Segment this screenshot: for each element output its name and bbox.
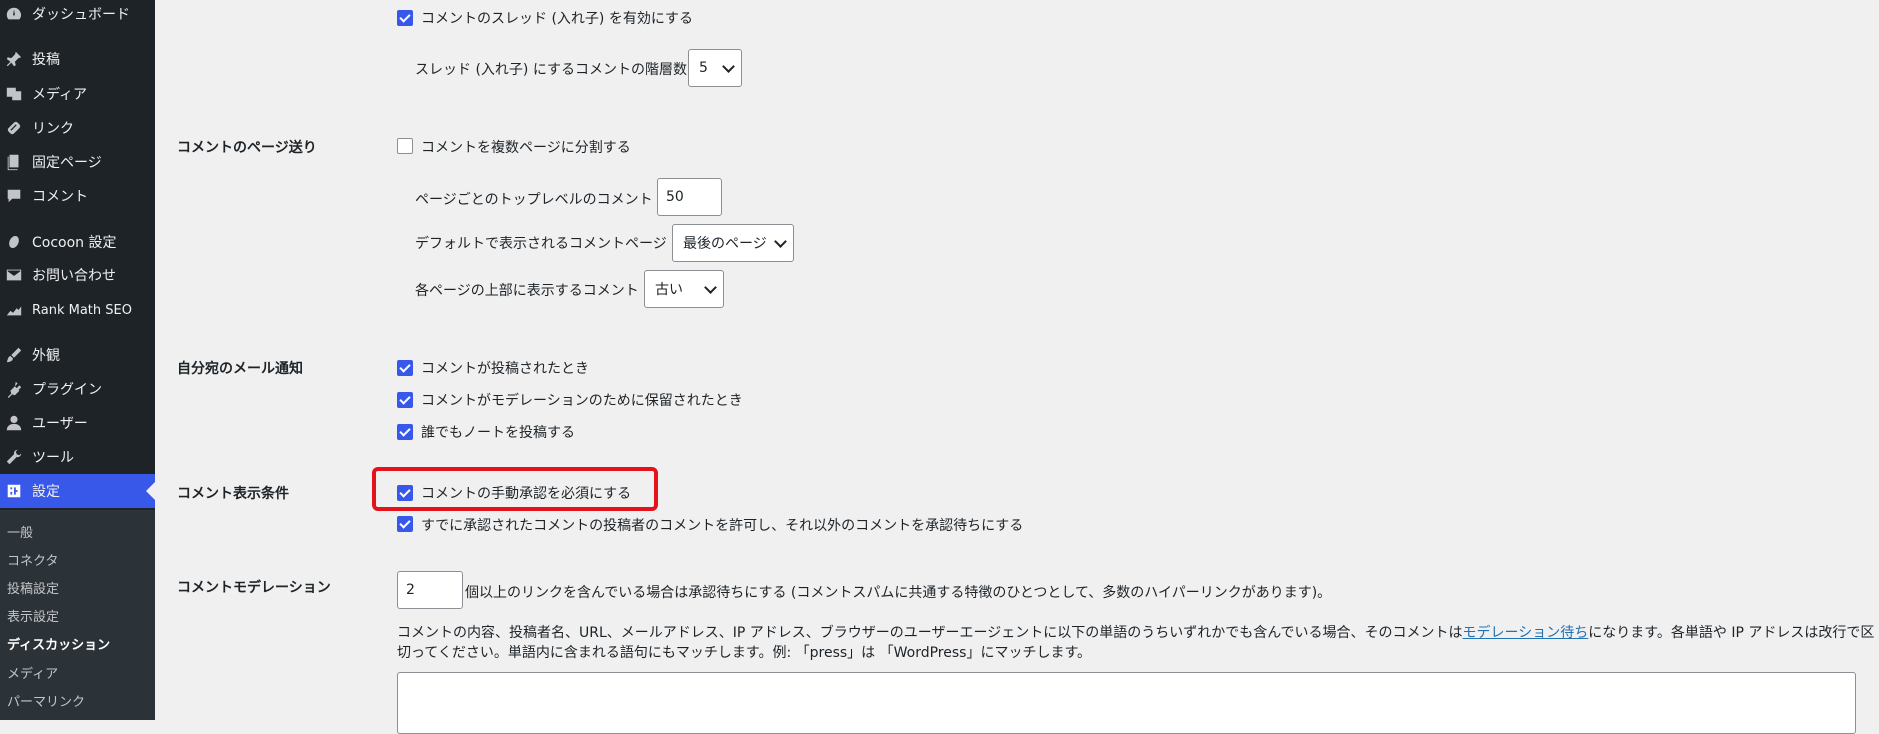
default-comments-page-value: 最後のページ [683, 236, 767, 252]
comment-order-select[interactable]: 古い [644, 270, 724, 308]
previously-approved-checkbox[interactable] [397, 516, 413, 532]
paging-row-label: コメントのページ送り [177, 140, 317, 156]
settings-icon [4, 481, 24, 501]
sidebar-item-users[interactable]: ユーザー [0, 406, 155, 440]
sidebar-item-media[interactable]: メディア [0, 77, 155, 111]
thread-depth-label: スレッド (入れ子) にするコメントの階層数 [415, 62, 687, 78]
previously-approved-label: すでに承認されたコメントの投稿者のコメントを許可し、それ以外のコメントを承認待ち… [421, 518, 1024, 534]
moderation-links-input[interactable]: 2 [397, 571, 463, 609]
sidebar-item-label: Cocoon 設定 [32, 235, 117, 251]
moderation-description: コメントの内容、投稿者名、URL、メールアドレス、IP アドレス、ブラウザーのユ… [397, 622, 1874, 642]
threaded-comments-label: コメントのスレッド (入れ子) を有効にする [421, 11, 693, 27]
paginate-comments-checkbox[interactable] [397, 138, 413, 154]
sidebar-item-label: リンク [32, 121, 74, 137]
sidebar-item-label: 設定 [32, 484, 60, 500]
sidebar-item-posts[interactable]: 投稿 [0, 42, 155, 76]
submenu-connectors[interactable]: コネクタ [7, 550, 58, 569]
comments-per-page-label: ページごとのトップレベルのコメント [415, 192, 653, 208]
moderation-desc-part2: になります。各単語や IP アドレスは改行で区 [1588, 625, 1875, 641]
default-comments-page-label: デフォルトで表示されるコメントページ [415, 236, 667, 252]
chevron-down-icon [774, 235, 787, 248]
brush-icon [4, 345, 24, 365]
comments-per-page-input[interactable]: 50 [657, 178, 722, 216]
sidebar-item-label: コメント [32, 189, 88, 205]
pages-icon [4, 152, 24, 172]
sidebar-item-label: ユーザー [32, 416, 88, 432]
submenu-discussion[interactable]: ディスカッション [7, 634, 110, 653]
moderation-links-value: 2 [406, 582, 415, 598]
sidebar-item-label: 投稿 [32, 52, 60, 68]
chevron-down-icon [704, 281, 717, 294]
moderation-description-line2: 切ってください。単語内に含まれる語句にもマッチします。例: 「press」は 「… [397, 645, 1092, 661]
sidebar-item-label: 固定ページ [32, 155, 102, 171]
plugin-icon [4, 379, 24, 399]
sidebar-item-label: プラグイン [32, 382, 102, 398]
sidebar-item-label: ダッシュボード [32, 7, 130, 23]
highlight-box [372, 467, 658, 511]
email-on-note-checkbox[interactable] [397, 424, 413, 440]
submenu-permalinks[interactable]: パーマリンク [7, 691, 85, 710]
chevron-down-icon [722, 60, 735, 73]
moderation-row-label: コメントモデレーション [177, 580, 331, 596]
wrench-icon [4, 447, 24, 467]
moderation-queue-link[interactable]: モデレーション待ち [1463, 625, 1589, 641]
threaded-comments-checkbox[interactable] [397, 10, 413, 26]
rankmath-icon [4, 300, 24, 320]
sidebar-item-label: ツール [32, 450, 74, 466]
sidebar-item-tools[interactable]: ツール [0, 440, 155, 474]
moderation-desc-part1: コメントの内容、投稿者名、URL、メールアドレス、IP アドレス、ブラウザーのユ… [397, 625, 1463, 641]
pin-icon [4, 49, 24, 69]
thread-depth-select[interactable]: 5 [688, 49, 742, 87]
sidebar-item-label: Rank Math SEO [32, 302, 132, 318]
media-icon [4, 84, 24, 104]
email-on-moderation-label: コメントがモデレーションのために保留されたとき [421, 393, 743, 409]
appear-row-label: コメント表示条件 [177, 486, 289, 502]
sidebar-item-pages[interactable]: 固定ページ [0, 145, 155, 179]
sidebar-item-dashboard[interactable]: ダッシュボード [0, 0, 155, 31]
submenu-writing[interactable]: 投稿設定 [7, 578, 59, 597]
comment-order-label: 各ページの上部に表示するコメント [415, 283, 639, 299]
comment-icon [4, 186, 24, 206]
sidebar-item-appearance[interactable]: 外観 [0, 338, 155, 372]
comments-per-page-value: 50 [666, 189, 684, 205]
settings-submenu: 一般 コネクタ 投稿設定 表示設定 ディスカッション メディア パーマリンク [0, 510, 155, 720]
cocoon-icon [4, 232, 24, 252]
sidebar-item-label: お問い合わせ [32, 268, 116, 284]
dashboard-icon [4, 4, 24, 24]
submenu-general[interactable]: 一般 [7, 522, 33, 541]
sidebar-item-rankmath[interactable]: Rank Math SEO [0, 293, 155, 327]
email-on-comment-label: コメントが投稿されたとき [421, 361, 589, 377]
thread-depth-value: 5 [699, 60, 708, 76]
sidebar-item-contact[interactable]: お問い合わせ [0, 258, 155, 292]
submenu-reading[interactable]: 表示設定 [7, 606, 59, 625]
email-on-note-label: 誰でもノートを投稿する [421, 425, 575, 441]
sidebar-item-cocoon[interactable]: Cocoon 設定 [0, 225, 155, 259]
paginate-comments-label: コメントを複数ページに分割する [421, 140, 631, 156]
sidebar-item-label: 外観 [32, 348, 60, 364]
default-comments-page-select[interactable]: 最後のページ [672, 224, 794, 262]
comment-order-value: 古い [655, 282, 683, 298]
mail-icon [4, 265, 24, 285]
submenu-media[interactable]: メディア [7, 663, 58, 682]
email-on-moderation-checkbox[interactable] [397, 392, 413, 408]
sidebar-item-comments[interactable]: コメント [0, 179, 155, 213]
email-row-label: 自分宛のメール通知 [177, 361, 303, 377]
moderation-links-text: 個以上のリンクを含んでいる場合は承認待ちにする (コメントスパムに共通する特徴の… [465, 585, 1332, 601]
link-icon [4, 118, 24, 138]
sidebar-item-plugins[interactable]: プラグイン [0, 372, 155, 406]
moderation-keys-textarea[interactable] [397, 672, 1856, 734]
sidebar-item-settings[interactable]: 設定 [0, 474, 155, 508]
user-icon [4, 413, 24, 433]
sidebar-item-links[interactable]: リンク [0, 111, 155, 145]
email-on-comment-checkbox[interactable] [397, 360, 413, 376]
sidebar-item-label: メディア [32, 87, 88, 103]
